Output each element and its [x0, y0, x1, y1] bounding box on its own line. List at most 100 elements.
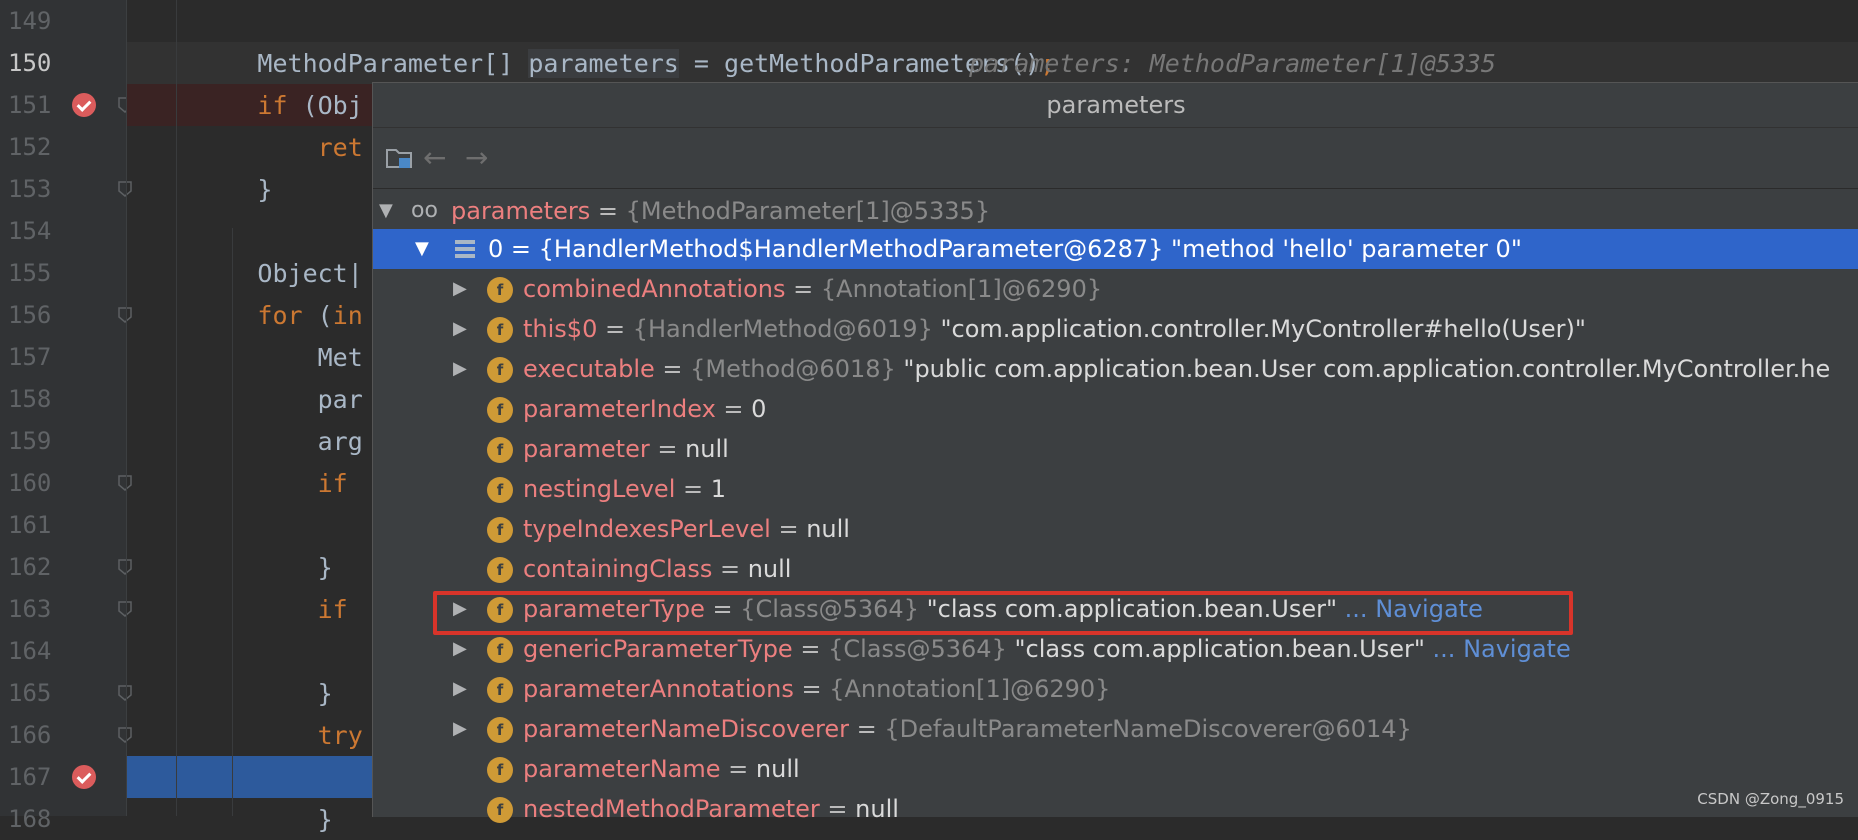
line-number: 150: [8, 49, 52, 77]
inline-debug-hint: parameters: MethodParameter[1]@5335: [939, 49, 1496, 78]
expand-triangle-icon[interactable]: ▶: [453, 349, 467, 389]
line-number: 167: [8, 763, 52, 791]
tree-node-field[interactable]: ▶ f genericParameterType = {Class@5364} "c…: [373, 629, 1858, 669]
line-number: 155: [8, 259, 52, 287]
code-token: Object|: [137, 259, 363, 288]
tree-node-field[interactable]: f nestingLevel = 1: [373, 469, 1858, 509]
code-text: MethodParameter[] parameters = getMethod…: [137, 49, 1055, 78]
expand-triangle-icon[interactable]: ▶: [453, 269, 467, 309]
variable-token: parameters: [528, 49, 679, 78]
navigate-link[interactable]: ... Navigate: [1425, 635, 1571, 663]
tree-node-field[interactable]: ▶ f combinedAnnotations = {Annotation[1]@6…: [373, 269, 1858, 309]
tree-node-field[interactable]: ▶ f parameterAnnotations = {Annotation[1]@…: [373, 669, 1858, 709]
code-text: ret: [137, 133, 363, 162]
field-label: nestedMethodParameter = null: [523, 789, 899, 829]
breakpoint-icon[interactable]: [72, 93, 96, 117]
expand-triangle-icon[interactable]: ▶: [453, 309, 467, 349]
field-icon: f: [487, 437, 513, 463]
field-name: containingClass: [523, 555, 713, 583]
indent-guide: [176, 0, 177, 816]
equals-sign: =: [720, 755, 756, 783]
tree-node-item-0[interactable]: ▼ 0 = {HandlerMethod$HandlerMethodParame…: [373, 229, 1858, 269]
field-name: parameter: [523, 435, 650, 463]
field-name: parameterAnnotations: [523, 675, 794, 703]
line-number-row[interactable]: 149: [0, 0, 126, 42]
field-icon: f: [487, 357, 513, 383]
highlight-annotation-box: [433, 591, 1573, 635]
line-number-row[interactable]: 165: [0, 672, 132, 714]
line-number-row[interactable]: 161: [0, 504, 126, 546]
field-icon: f: [487, 517, 513, 543]
field-type: {Annotation[1]@6290}: [820, 275, 1103, 303]
line-number: 153: [8, 175, 52, 203]
tree-node-field[interactable]: ▶ f this$0 = {HandlerMethod@6019} "com.app…: [373, 309, 1858, 349]
line-number-row[interactable]: 152: [0, 126, 126, 168]
forward-arrow-icon[interactable]: →: [465, 142, 488, 174]
line-number-row[interactable]: 150: [0, 42, 126, 84]
line-number-row[interactable]: 162: [0, 546, 132, 588]
code-text: if: [137, 469, 348, 498]
line-number: 154: [8, 217, 52, 245]
line-number-row[interactable]: 163: [0, 588, 132, 630]
code-token: }: [137, 679, 333, 708]
watermark: CSDN @Zong_0915: [1697, 790, 1844, 808]
keyword-token: ret: [317, 133, 363, 162]
field-value: null: [806, 515, 850, 543]
tree-node-field[interactable]: f parameter = null: [373, 429, 1858, 469]
field-value: "class com.application.bean.User": [1006, 635, 1425, 663]
line-number-row[interactable]: 167: [0, 756, 126, 798]
collapse-triangle-icon[interactable]: ▼: [379, 191, 393, 231]
field-label: this$0 = {HandlerMethod@6019} "com.appli…: [523, 309, 1586, 349]
expand-triangle-icon[interactable]: ▶: [453, 629, 467, 669]
keyword-token: if: [317, 595, 348, 624]
tree-node-field[interactable]: f parameterIndex = 0: [373, 389, 1858, 429]
line-number-row[interactable]: 151: [0, 84, 132, 126]
field-label: combinedAnnotations = {Annotation[1]@629…: [523, 269, 1102, 309]
field-label: genericParameterType = {Class@5364} "cla…: [523, 629, 1571, 669]
line-number-row[interactable]: 153: [0, 168, 132, 210]
tree-node-field[interactable]: ▶ f parameterNameDiscoverer = {DefaultPara…: [373, 709, 1858, 749]
line-number-row[interactable]: 159: [0, 420, 126, 462]
keyword-token: if: [317, 469, 348, 498]
expand-triangle-icon[interactable]: ▶: [453, 669, 467, 709]
field-value: 1: [710, 475, 727, 503]
expand-triangle-icon[interactable]: ▶: [453, 709, 467, 749]
field-label: executable = {Method@6018} "public com.a…: [523, 349, 1830, 389]
field-type: {DefaultParameterNameDiscoverer@6014}: [884, 715, 1412, 743]
code-text: }: [137, 553, 333, 582]
tree-node-field[interactable]: f containingClass = null: [373, 549, 1858, 589]
code-line[interactable]: [127, 0, 1858, 42]
keyword-token: if: [257, 91, 288, 120]
collapse-triangle-icon[interactable]: ▼: [415, 229, 429, 269]
code-line[interactable]: MethodParameter[] parameters = getMethod…: [127, 42, 1858, 84]
line-number-row[interactable]: 164: [0, 630, 126, 672]
line-number-row[interactable]: 157: [0, 336, 126, 378]
equals-sign: =: [848, 715, 885, 743]
folder-watch-icon[interactable]: [385, 144, 413, 176]
field-label: containingClass = null: [523, 549, 791, 589]
line-number-row[interactable]: 160: [0, 462, 132, 504]
line-number-row[interactable]: 168: [0, 798, 126, 840]
line-number: 159: [8, 427, 52, 455]
line-number-row[interactable]: 166: [0, 714, 132, 756]
line-number: 162: [8, 553, 52, 581]
line-number-row[interactable]: 158: [0, 378, 126, 420]
equals-sign: =: [715, 395, 752, 423]
back-arrow-icon[interactable]: ←: [423, 142, 446, 174]
code-text: }: [137, 805, 333, 834]
line-number-row[interactable]: 155: [0, 252, 126, 294]
tree-node-field[interactable]: ▶ f executable = {Method@6018} "public com…: [373, 349, 1858, 389]
line-number-row[interactable]: 154: [0, 210, 126, 252]
field-type: {HandlerMethod@6019}: [632, 315, 933, 343]
field-name: genericParameterType: [523, 635, 793, 663]
tree-node-field[interactable]: f parameterName = null: [373, 749, 1858, 789]
tree-node-field[interactable]: f typeIndexesPerLevel = null: [373, 509, 1858, 549]
indent-guide: [232, 228, 233, 816]
field-value: 0: [751, 395, 767, 423]
equals-sign: =: [819, 795, 856, 823]
tree-node-root[interactable]: ▼ oo parameters = {MethodParameter[1]@53…: [373, 191, 1858, 231]
line-number: 166: [8, 721, 52, 749]
line-number-row[interactable]: 156: [0, 294, 132, 336]
breakpoint-icon[interactable]: [72, 765, 96, 789]
tree-node-field[interactable]: f nestedMethodParameter = null: [373, 789, 1858, 829]
